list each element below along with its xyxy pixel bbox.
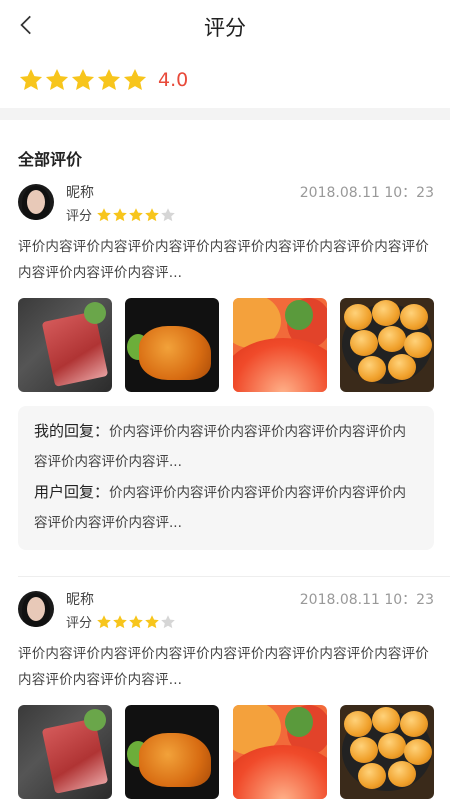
my-reply-label: 我的回复：	[34, 422, 110, 440]
star-icon	[97, 614, 111, 628]
review-item: 昵称 2018.08.11 10：23 评分 评价内容评价内容评价内容评价内容评…	[0, 591, 450, 799]
review-header: 昵称 2018.08.11 10：23 评分	[18, 591, 434, 639]
star-icon	[145, 207, 159, 221]
review-header: 昵称 2018.08.11 10：23 评分	[18, 184, 434, 232]
star-icon	[45, 68, 69, 90]
review-content: 评价内容评价内容评价内容评价内容评价内容评价内容评价内容评价内容评价内容评价内容…	[18, 239, 429, 281]
star-icon	[97, 207, 111, 221]
review-date: 2018.08.11 10：23	[299, 185, 434, 201]
star-icon	[145, 614, 159, 628]
review-rating: 评分	[66, 205, 176, 224]
star-icon	[129, 207, 143, 221]
review-photos	[18, 705, 434, 799]
nav-bar: 评分	[0, 0, 450, 52]
review-photo-buns[interactable]	[339, 705, 434, 799]
rate-label: 评分	[66, 209, 93, 224]
star-icon	[113, 614, 127, 628]
rating-summary: 4.0	[0, 52, 450, 108]
reply-box: 我的回复：价内容评价内容评价内容评价内容评价内容评价内容评价内容评价内容评...…	[18, 406, 434, 550]
my-reply: 我的回复：价内容评价内容评价内容评价内容评价内容评价内容评价内容评价内容评...	[34, 416, 418, 477]
section-title: 全部评价	[18, 150, 83, 169]
star-icon	[97, 68, 121, 90]
rating-value: 4.0	[158, 69, 189, 91]
review-photos	[18, 298, 434, 392]
star-icon	[19, 68, 43, 90]
user-reply: 用户回复：价内容评价内容评价内容评价内容评价内容评价内容评价内容评价内容评...	[34, 477, 418, 538]
star-empty-icon	[161, 207, 175, 221]
star-icon	[123, 68, 147, 90]
star-icon	[113, 207, 127, 221]
star-icon	[129, 614, 143, 628]
divider	[18, 576, 450, 577]
rate-label: 评分	[66, 616, 93, 631]
reviewer-nickname: 昵称	[66, 185, 94, 201]
review-photo-steak[interactable]	[18, 298, 112, 392]
review-item: 昵称 2018.08.11 10：23 评分 评价内容评价内容评价内容评价内容评…	[0, 184, 450, 550]
review-date: 2018.08.11 10：23	[299, 592, 434, 608]
review-photo-grapefruit[interactable]	[232, 705, 327, 799]
summary-stars	[18, 67, 148, 93]
review-rating: 评分	[66, 612, 176, 631]
section-gap	[0, 108, 450, 120]
review-photo-steak[interactable]	[18, 705, 112, 799]
avatar[interactable]	[18, 184, 54, 220]
star-icon	[71, 68, 95, 90]
review-content: 评价内容评价内容评价内容评价内容评价内容评价内容评价内容评价内容评价内容评价内容…	[18, 646, 429, 688]
review-photo-buns[interactable]	[339, 298, 434, 392]
user-reply-label: 用户回复：	[34, 483, 110, 501]
reviewer-nickname: 昵称	[66, 592, 94, 608]
review-photo-fried-chicken[interactable]	[125, 705, 220, 799]
star-empty-icon	[161, 614, 175, 628]
avatar[interactable]	[18, 591, 54, 627]
page-title: 评分	[204, 16, 246, 40]
review-photo-fried-chicken[interactable]	[125, 298, 220, 392]
review-photo-grapefruit[interactable]	[232, 298, 327, 392]
